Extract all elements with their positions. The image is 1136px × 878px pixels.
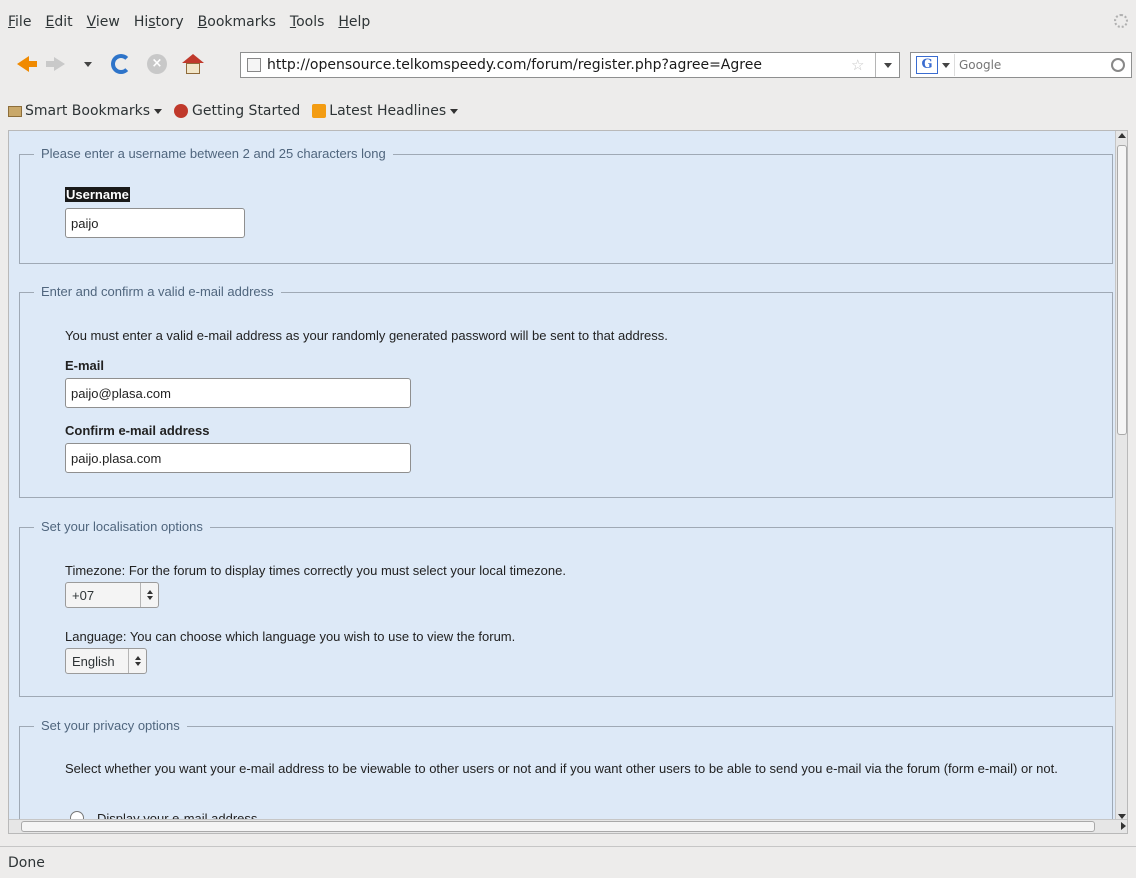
status-bar: Done [0, 846, 1136, 878]
privacy-legend: Set your privacy options [34, 718, 187, 733]
stop-icon: × [147, 54, 167, 74]
menu-file[interactable]: File [8, 14, 31, 30]
menu-tools[interactable]: Tools [290, 14, 325, 30]
home-button[interactable] [180, 51, 206, 77]
page-icon [247, 58, 261, 72]
stop-button[interactable]: × [144, 51, 170, 77]
throbber-icon [1114, 14, 1128, 28]
back-button[interactable] [10, 51, 37, 77]
menu-edit[interactable]: Edit [45, 14, 72, 30]
vertical-scrollbar[interactable] [1115, 131, 1127, 821]
chevron-down-icon [883, 62, 892, 68]
forward-button[interactable] [45, 51, 72, 77]
bookmarks-toolbar: Smart Bookmarks Getting Started Latest H… [0, 96, 1136, 126]
timezone-text: Timezone: For the forum to display times… [65, 563, 566, 578]
chevron-down-icon [154, 108, 163, 114]
localisation-legend: Set your localisation options [34, 519, 210, 534]
localisation-fieldset: Set your localisation options Timezone: … [19, 519, 1113, 697]
rss-icon [312, 104, 327, 118]
language-text: Language: You can choose which language … [65, 629, 516, 644]
firefox-icon [174, 104, 189, 118]
chevron-down-icon [450, 108, 459, 114]
search-engine-icon[interactable]: G [916, 56, 938, 74]
email-note: You must enter a valid e-mail address as… [65, 328, 668, 343]
reload-icon [111, 54, 131, 74]
url-bar[interactable]: http://opensource.telkomspeedy.com/forum… [240, 52, 900, 78]
horizontal-scrollbar[interactable] [9, 819, 1127, 833]
search-input[interactable] [954, 54, 1111, 76]
email-legend: Enter and confirm a valid e-mail address [34, 284, 281, 299]
username-label: Username [65, 187, 130, 202]
home-icon [182, 54, 204, 74]
chevron-down-icon [84, 61, 92, 67]
history-dropdown-button[interactable] [82, 51, 94, 77]
menu-bookmarks[interactable]: Bookmarks [198, 14, 276, 30]
timezone-value: +07 [72, 587, 95, 603]
status-text: Done [8, 854, 45, 871]
scroll-up-icon[interactable] [1118, 133, 1126, 138]
email-label: E-mail [65, 358, 105, 373]
spinner-icon [128, 649, 146, 673]
spinner-icon [140, 583, 158, 607]
folder-icon [8, 105, 22, 117]
url-text[interactable]: http://opensource.telkomspeedy.com/forum… [267, 57, 851, 73]
reload-button[interactable] [108, 51, 134, 77]
forward-arrow-icon [45, 57, 65, 71]
search-icon[interactable] [1111, 58, 1125, 72]
page-content: Please enter a username between 2 and 25… [8, 130, 1128, 834]
menu-history[interactable]: History [134, 14, 184, 30]
timezone-select[interactable]: +07 [65, 582, 159, 608]
username-legend: Please enter a username between 2 and 25… [34, 146, 393, 161]
language-value: English [72, 653, 115, 669]
confirm-email-label: Confirm e-mail address [65, 423, 210, 438]
bookmark-star-icon[interactable]: ☆ [851, 56, 869, 74]
privacy-text: Select whether you want your e-mail addr… [65, 761, 1058, 776]
navigation-toolbar: × http://opensource.telkomspeedy.com/for… [0, 44, 1136, 84]
latest-headlines-feed[interactable]: Latest Headlines [312, 103, 459, 119]
back-arrow-icon [17, 56, 37, 72]
smart-bookmarks-folder[interactable]: Smart Bookmarks [8, 103, 163, 119]
horizontal-scroll-thumb[interactable] [21, 821, 1095, 832]
language-select[interactable]: English [65, 648, 147, 674]
vertical-scroll-thumb[interactable] [1117, 145, 1127, 435]
getting-started-bookmark[interactable]: Getting Started [174, 103, 300, 119]
menu-help[interactable]: Help [338, 14, 370, 30]
email-fieldset: Enter and confirm a valid e-mail address… [19, 284, 1113, 498]
confirm-email-input[interactable] [65, 443, 411, 473]
username-input[interactable] [65, 208, 245, 238]
search-engine-dropdown-icon[interactable] [942, 62, 950, 68]
email-input[interactable] [65, 378, 411, 408]
menu-bar: File Edit View History Bookmarks Tools H… [0, 0, 1136, 44]
username-fieldset: Please enter a username between 2 and 25… [19, 146, 1113, 264]
search-bar: G [910, 52, 1132, 78]
scroll-right-icon[interactable] [1121, 822, 1126, 830]
menu-view[interactable]: View [87, 14, 120, 30]
url-dropdown-button[interactable] [875, 53, 899, 77]
privacy-fieldset: Set your privacy options Select whether … [19, 718, 1113, 833]
